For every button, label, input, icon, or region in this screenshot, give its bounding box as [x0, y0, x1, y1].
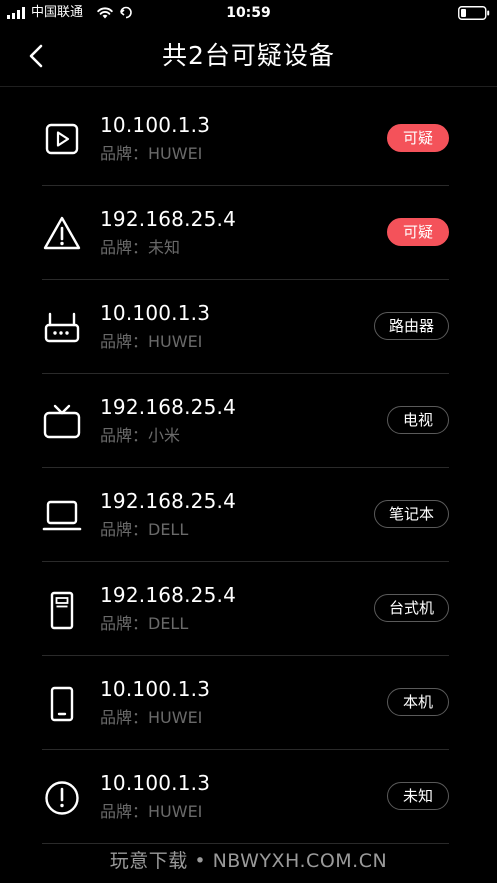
device-brand: 品牌：HUWEI: [100, 144, 203, 163]
status-time: 10:59: [226, 5, 271, 21]
device-row[interactable]: 10.100.1.3 品牌：HUWEI 路由器: [42, 280, 449, 374]
device-tag: 笔记本: [373, 500, 449, 528]
device-ip: 192.168.25.4: [100, 395, 236, 419]
device-ip: 192.168.25.4: [100, 207, 236, 231]
device-tag: 电视: [387, 406, 449, 434]
device-row[interactable]: 192.168.25.4 品牌：DELL 台式机: [42, 562, 449, 656]
device-ip: 10.100.1.3: [100, 301, 211, 325]
phone-icon: [42, 684, 82, 724]
laptop-icon: [42, 496, 82, 536]
tv-icon: [42, 402, 82, 442]
device-row[interactable]: 10.100.1.3 品牌：HUWEI 可疑: [42, 92, 449, 186]
device-list: 10.100.1.3 品牌：HUWEI 可疑 192.168.25.4 品牌：未…: [42, 92, 449, 844]
device-row[interactable]: 10.100.1.3 品牌：HUWEI 本机: [42, 656, 449, 750]
device-ip: 10.100.1.3: [100, 677, 211, 701]
device-tag: 路由器: [373, 312, 449, 340]
warning-icon: [42, 214, 82, 254]
device-brand: 品牌：未知: [100, 238, 181, 257]
nav-bar: 共2台可疑设备: [0, 26, 497, 87]
device-brand: 品牌：DELL: [100, 614, 189, 633]
device-brand: 品牌：DELL: [100, 520, 189, 539]
device-tag: 可疑: [387, 124, 449, 152]
device-brand: 品牌：小米: [100, 426, 181, 445]
device-row[interactable]: 192.168.25.4 品牌：小米 电视: [42, 374, 449, 468]
page-title: 共2台可疑设备: [162, 41, 335, 70]
status-bar: 中国联通 10:59: [0, 0, 497, 26]
device-tag: 本机: [387, 688, 449, 716]
media-player-icon: [42, 120, 82, 160]
device-brand: 品牌：HUWEI: [100, 332, 203, 351]
device-row[interactable]: 192.168.25.4 品牌：未知 可疑: [42, 186, 449, 280]
device-ip: 10.100.1.3: [100, 771, 211, 795]
device-row[interactable]: 192.168.25.4 品牌：DELL 笔记本: [42, 468, 449, 562]
device-tag: 可疑: [387, 218, 449, 246]
device-tag: 未知: [387, 782, 449, 810]
info-circle-icon: [42, 778, 82, 818]
router-icon: [42, 308, 82, 348]
device-ip: 192.168.25.4: [100, 489, 236, 513]
device-row[interactable]: 10.100.1.3 品牌：HUWEI 未知: [42, 750, 449, 844]
app-screen: 中国联通 10:59 共2台可疑设备 10.100.1.3 品牌：HUWEI 可…: [0, 0, 497, 883]
watermark-text: 玩意下载 • NBWYXH.COM.CN: [109, 850, 388, 872]
device-brand: 品牌：HUWEI: [100, 708, 203, 727]
device-tag: 台式机: [373, 594, 449, 622]
device-ip: 10.100.1.3: [100, 113, 211, 137]
battery-icon: [458, 6, 490, 20]
desktop-tower-icon: [42, 590, 82, 630]
device-ip: 192.168.25.4: [100, 583, 236, 607]
device-brand: 品牌：HUWEI: [100, 802, 203, 821]
